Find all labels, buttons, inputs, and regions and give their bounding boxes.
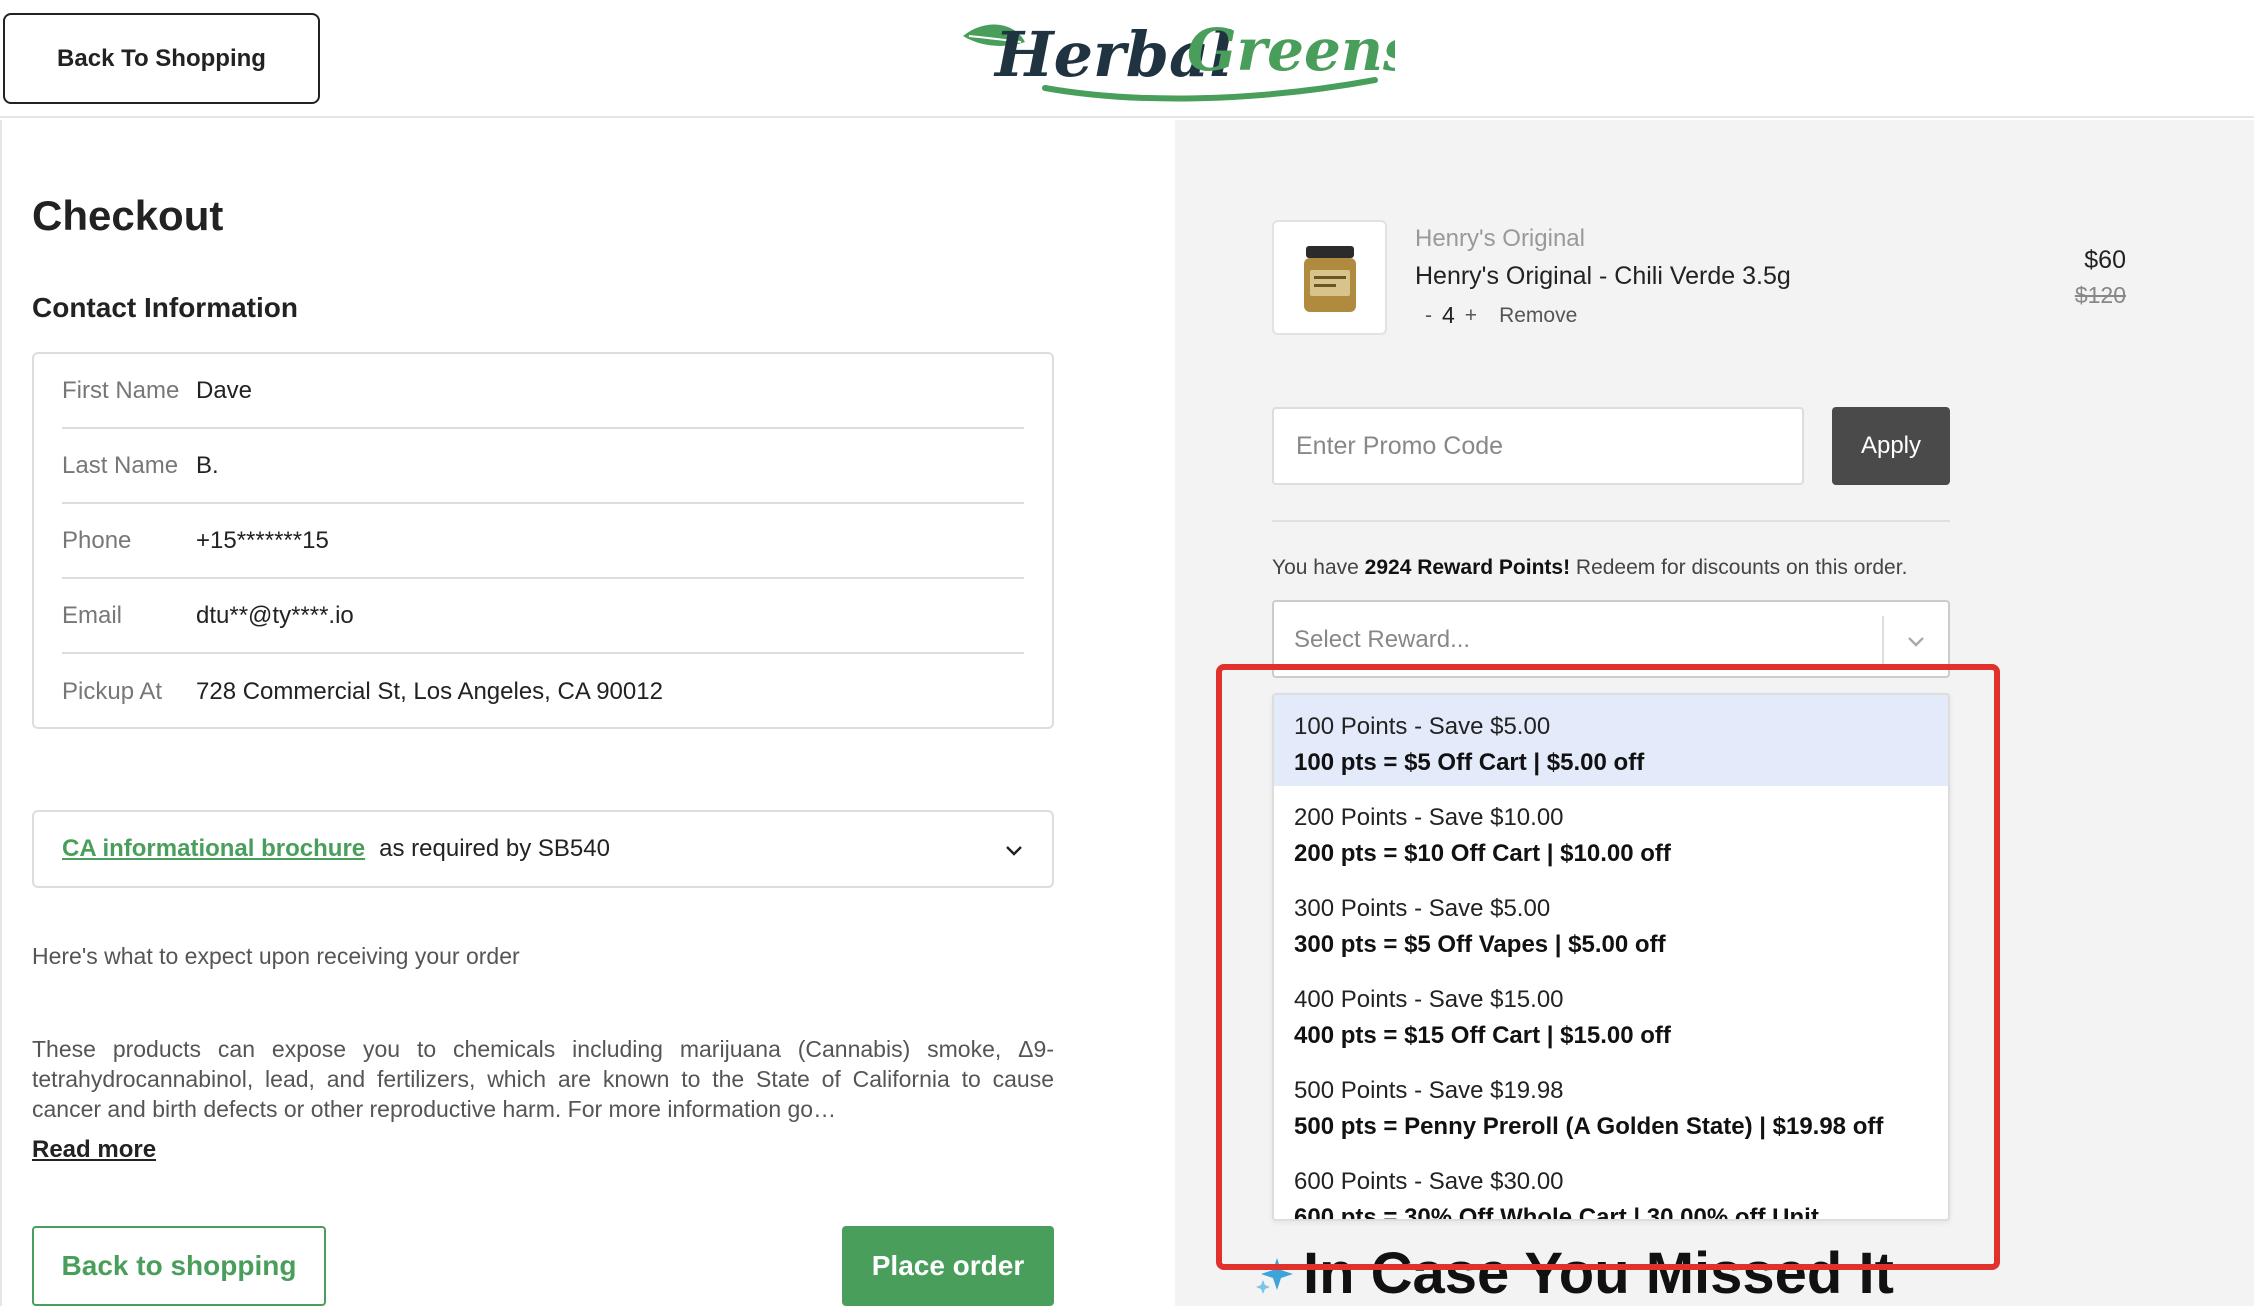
chevron-down-icon[interactable] bbox=[1004, 840, 1024, 860]
ca-brochure-accordion[interactable]: CA informational brochure as required by… bbox=[32, 810, 1054, 888]
reward-option-title: 600 Points - Save $30.00 bbox=[1294, 1168, 1564, 1195]
reward-option-600[interactable]: 600 Points - Save $30.00 600 pts = 30% O… bbox=[1274, 1150, 1948, 1221]
reward-option-desc: 600 pts = 30% Off Whole Cart | 30.00% of… bbox=[1294, 1204, 1819, 1221]
remove-item-link[interactable]: Remove bbox=[1499, 304, 1577, 328]
chevron-down-icon[interactable] bbox=[1904, 629, 1928, 653]
pickup-value: 728 Commercial St, Los Angeles, CA 90012 bbox=[196, 677, 663, 705]
reward-option-400[interactable]: 400 Points - Save $15.00 400 pts = $15 O… bbox=[1274, 968, 1948, 1059]
reward-option-300[interactable]: 300 Points - Save $5.00 300 pts = $5 Off… bbox=[1274, 877, 1948, 968]
reward-prefix: You have bbox=[1272, 556, 1365, 579]
prop65-warning: These products can expose you to chemica… bbox=[32, 1036, 1054, 1122]
email-value: dtu**@ty****.io bbox=[196, 601, 354, 629]
promo-code-input[interactable] bbox=[1272, 407, 1804, 485]
reward-dropdown-menu: 100 Points - Save $5.00 100 pts = $5 Off… bbox=[1272, 693, 1950, 1221]
back-to-shopping-bottom-button[interactable]: Back to shopping bbox=[32, 1226, 326, 1306]
reward-option-desc: 300 pts = $5 Off Vapes | $5.00 off bbox=[1294, 931, 1666, 958]
herbal-greens-logo[interactable]: Herbal Greens bbox=[955, 8, 1416, 108]
page-title: Checkout bbox=[32, 192, 224, 239]
phone-label: Phone bbox=[62, 526, 132, 554]
reward-points-message: You have 2924 Reward Points! Redeem for … bbox=[1272, 556, 1907, 580]
contact-information-heading: Contact Information bbox=[32, 292, 298, 323]
sparkle-icon bbox=[1256, 1257, 1293, 1294]
select-separator bbox=[1882, 616, 1884, 664]
checkout-panel: Checkout Contact Information First Name … bbox=[0, 120, 1175, 1306]
logo-graphic: Herbal Greens bbox=[963, 16, 1416, 102]
first-name-value: Dave bbox=[196, 376, 253, 404]
item-original-price: $120 bbox=[2074, 282, 2126, 308]
in-case-you-missed-it-section: In Case You Missed It bbox=[1255, 1240, 1894, 1306]
item-price: $60 bbox=[2084, 246, 2126, 274]
product-name: Henry's Original - Chili Verde 3.5g bbox=[1415, 262, 1791, 290]
reward-option-title: 200 Points - Save $10.00 bbox=[1294, 804, 1564, 831]
reward-select-placeholder: Select Reward... bbox=[1294, 626, 1471, 653]
qty-increment-button[interactable]: + bbox=[1465, 304, 1477, 328]
back-to-shopping-button[interactable]: Back To Shopping bbox=[3, 13, 320, 104]
contact-row-first-name: First Name Dave bbox=[62, 354, 1024, 429]
contact-information-box: First Name Dave Last Name B. Phone +15**… bbox=[32, 352, 1054, 729]
qty-decrement-button[interactable]: - bbox=[1425, 304, 1432, 328]
reward-option-desc: 100 pts = $5 Off Cart | $5.00 off bbox=[1294, 749, 1645, 776]
quantity-stepper: - 4 + Remove bbox=[1425, 302, 1577, 329]
reward-select[interactable]: Select Reward... bbox=[1272, 600, 1950, 678]
reward-points-count: 2924 Reward Points! bbox=[1364, 556, 1571, 579]
reward-option-desc: 200 pts = $10 Off Cart | $10.00 off bbox=[1294, 840, 1671, 867]
reward-option-title: 100 Points - Save $5.00 bbox=[1294, 713, 1551, 740]
logo-text-greens: Greens bbox=[1187, 16, 1395, 84]
place-order-button[interactable]: Place order bbox=[842, 1226, 1054, 1306]
contact-row-last-name: Last Name B. bbox=[62, 429, 1024, 504]
section-title: In Case You Missed It bbox=[1303, 1241, 1894, 1306]
qty-value: 4 bbox=[1442, 302, 1455, 328]
phone-value: +15*******15 bbox=[196, 526, 329, 554]
product-thumbnail[interactable] bbox=[1272, 220, 1387, 335]
product-brand: Henry's Original bbox=[1415, 225, 1585, 252]
apply-promo-button[interactable]: Apply bbox=[1832, 407, 1950, 485]
contact-row-pickup: Pickup At 728 Commercial St, Los Angeles… bbox=[62, 654, 1024, 729]
expect-text: Here's what to expect upon receiving you… bbox=[32, 943, 520, 969]
reward-option-desc: 400 pts = $15 Off Cart | $15.00 off bbox=[1294, 1022, 1671, 1049]
brochure-requirement-text: as required by SB540 bbox=[379, 835, 610, 862]
contact-row-email: Email dtu**@ty****.io bbox=[62, 579, 1024, 654]
reward-option-title: 400 Points - Save $15.00 bbox=[1294, 986, 1564, 1013]
first-name-label: First Name bbox=[62, 376, 180, 404]
contact-row-phone: Phone +15*******15 bbox=[62, 504, 1024, 579]
last-name-value: B. bbox=[196, 451, 219, 479]
last-name-label: Last Name bbox=[62, 451, 179, 479]
top-header: Back To Shopping Herbal Greens bbox=[0, 0, 2254, 118]
order-summary-panel: Henry's Original Henry's Original - Chil… bbox=[1175, 120, 2254, 1306]
pickup-label: Pickup At bbox=[62, 677, 163, 705]
reward-option-desc: 500 pts = Penny Preroll (A Golden State)… bbox=[1294, 1113, 1884, 1140]
reward-option-500[interactable]: 500 Points - Save $19.98 500 pts = Penny… bbox=[1274, 1059, 1948, 1150]
divider bbox=[1272, 520, 1950, 522]
ca-brochure-link[interactable]: CA informational brochure bbox=[62, 835, 365, 863]
reward-option-100[interactable]: 100 Points - Save $5.00 100 pts = $5 Off… bbox=[1274, 695, 1948, 786]
reward-suffix: Redeem for discounts on this order. bbox=[1570, 556, 1908, 579]
reward-option-title: 300 Points - Save $5.00 bbox=[1294, 895, 1551, 922]
email-label: Email bbox=[62, 601, 123, 629]
reward-option-title: 500 Points - Save $19.98 bbox=[1294, 1077, 1564, 1104]
product-jar-image bbox=[1304, 246, 1356, 312]
reward-option-200[interactable]: 200 Points - Save $10.00 200 pts = $10 O… bbox=[1274, 786, 1948, 877]
read-more-link[interactable]: Read more bbox=[32, 1136, 156, 1164]
